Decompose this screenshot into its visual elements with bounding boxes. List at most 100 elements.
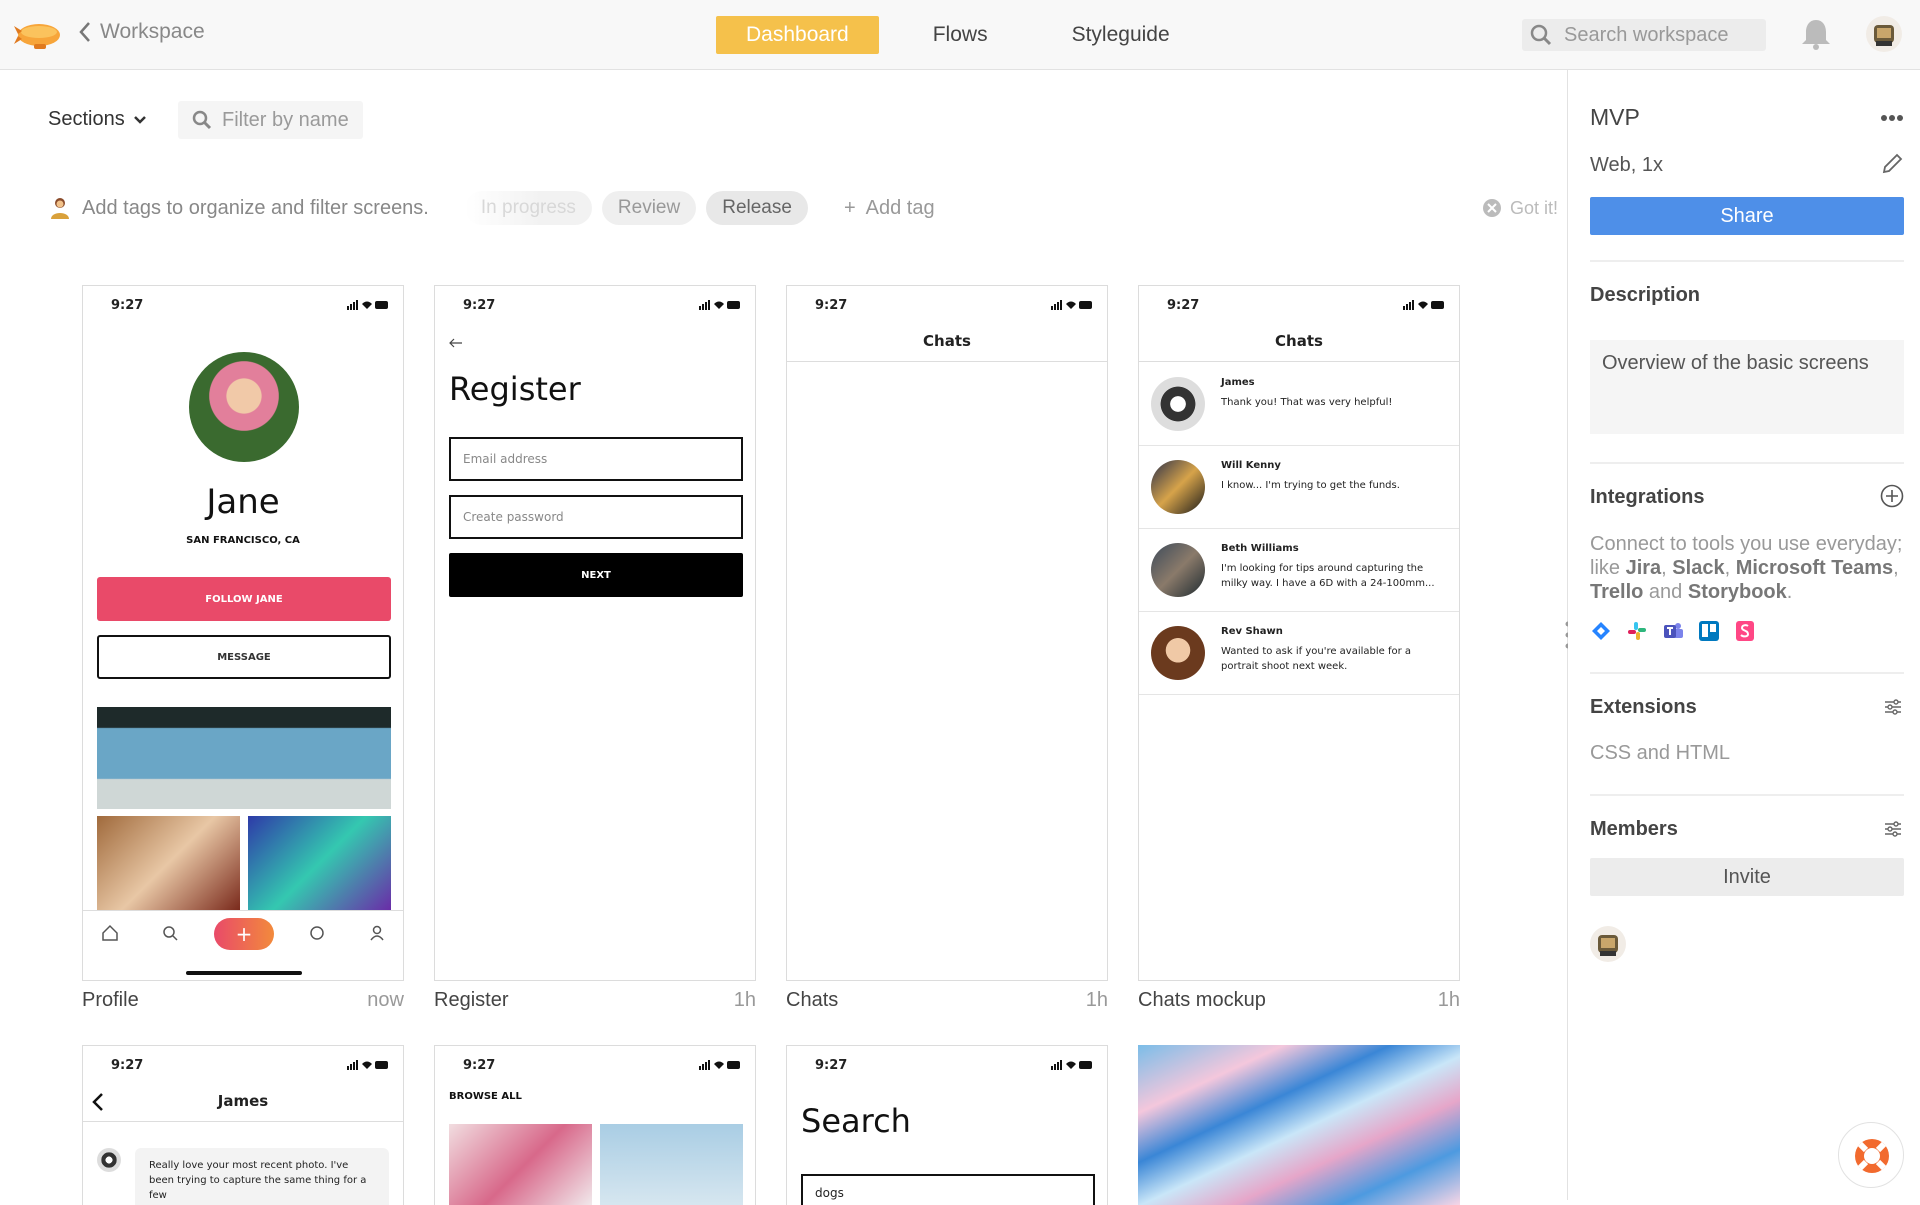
message-button: MESSAGE <box>97 635 391 679</box>
filter-by-name-input[interactable]: Filter by name <box>178 101 363 139</box>
status-time: 9:27 <box>463 298 496 313</box>
help-lifebuoy-button[interactable] <box>1838 1122 1904 1188</box>
user-avatar-icon[interactable] <box>1866 16 1902 52</box>
settings-sliders-icon[interactable] <box>1884 698 1902 716</box>
screen-thumbnail: 9:27 Chats <box>786 285 1108 981</box>
screen-updated-time: now <box>367 989 404 1011</box>
chat-message: I know... I'm trying to get the funds. <box>1221 480 1400 491</box>
tag-in-progress[interactable]: In progress <box>464 191 592 225</box>
close-circle-icon <box>1482 199 1501 217</box>
tab-dashboard[interactable]: Dashboard <box>716 16 879 54</box>
screen-updated-time: 1h <box>1437 989 1460 1011</box>
chat-bubble: Really love your most recent photo. I've… <box>135 1148 389 1205</box>
avatar <box>97 1148 121 1172</box>
chat-icon <box>310 926 324 940</box>
share-button[interactable]: Share <box>1590 197 1904 235</box>
edit-pencil-icon[interactable] <box>1880 152 1904 176</box>
chat-message: I'm looking for tips around capturing th… <box>1221 563 1435 589</box>
microsoft-teams-icon[interactable] <box>1662 620 1684 642</box>
zeppelin-logo-icon[interactable] <box>14 14 64 54</box>
status-time: 9:27 <box>111 1058 144 1073</box>
trello-icon[interactable] <box>1698 620 1720 642</box>
status-icons <box>347 1060 389 1070</box>
register-heading: Register <box>449 370 581 408</box>
main-area: Sections Filter by name Add tags to orga… <box>0 70 1568 1205</box>
sections-dropdown[interactable]: Sections <box>48 108 147 131</box>
more-options-icon[interactable] <box>1880 114 1904 122</box>
photo-ink <box>449 1124 592 1205</box>
add-icon: + <box>214 918 274 950</box>
screen-card-browse[interactable]: 9:27 BROWSE ALL <box>434 1045 756 1205</box>
tag-review[interactable]: Review <box>601 191 697 225</box>
home-icon <box>102 924 118 941</box>
avatar <box>1151 377 1205 431</box>
integration-icons <box>1590 620 1756 642</box>
description-field[interactable]: Overview of the basic screens <box>1590 340 1904 434</box>
status-time: 9:27 <box>1167 298 1200 313</box>
chat-name: Beth Williams <box>1221 543 1299 554</box>
workspace-search-input[interactable]: Search workspace <box>1522 19 1766 51</box>
chevron-down-icon <box>133 115 146 124</box>
storybook-icon[interactable] <box>1734 620 1756 642</box>
photo-city-silhouettes <box>97 707 391 809</box>
screen-title: Register <box>434 989 509 1011</box>
screen-title: Profile <box>82 989 139 1011</box>
bell-icon[interactable] <box>1798 16 1834 52</box>
chats-header: Chats <box>787 320 1107 362</box>
back-label: Workspace <box>100 20 205 43</box>
screen-card-chats[interactable]: 9:27 Chats Chats 1h <box>786 285 1108 1012</box>
photo-plant <box>97 816 240 910</box>
status-icons <box>347 300 389 310</box>
photo-sky <box>600 1124 743 1205</box>
avatar <box>1151 460 1205 514</box>
chat-name: Rev Shawn <box>1221 626 1283 637</box>
next-button: NEXT <box>449 553 743 597</box>
description-heading: Description <box>1590 284 1701 306</box>
screen-card-james-chat[interactable]: 9:27 James Really love your most recent … <box>82 1045 404 1205</box>
profile-icon <box>370 925 384 941</box>
slack-icon[interactable] <box>1626 620 1648 642</box>
tab-flows[interactable]: Flows <box>903 16 1018 54</box>
tag-release[interactable]: Release <box>706 191 808 225</box>
screen-card-marble-image[interactable] <box>1138 1045 1460 1205</box>
chats-header: Chats <box>1139 320 1459 362</box>
screen-updated-time: 1h <box>733 989 756 1011</box>
back-arrow-icon <box>449 338 462 348</box>
member-avatar[interactable] <box>1590 926 1626 962</box>
status-time: 9:27 <box>463 1058 496 1073</box>
status-time: 9:27 <box>815 1058 848 1073</box>
screen-caption: Chats mockup 1h <box>1138 989 1460 1012</box>
got-it-label: Got it! <box>1509 197 1558 218</box>
screen-card-chats-mockup[interactable]: 9:27 Chats James Thank you! That was ver… <box>1138 285 1460 1012</box>
search-icon <box>1530 24 1552 46</box>
tags-bar: Add tags to organize and filter screens.… <box>48 188 1558 228</box>
project-platform: Web, 1x <box>1590 154 1663 176</box>
chevron-left-icon <box>79 22 90 42</box>
add-integration-icon[interactable] <box>1880 484 1904 508</box>
details-panel: MVP Web, 1x Share Description Overview o… <box>1568 70 1920 1200</box>
plus-icon: + <box>843 196 856 219</box>
settings-sliders-icon[interactable] <box>1884 820 1902 838</box>
add-tag-label: Add tag <box>865 196 935 219</box>
invite-button[interactable]: Invite <box>1590 858 1904 896</box>
add-tag-button[interactable]: + Add tag <box>844 197 935 220</box>
project-title: MVP <box>1590 104 1640 130</box>
screen-thumbnail: 9:27 Search dogs <box>786 1045 1108 1205</box>
sections-label: Sections <box>48 108 125 130</box>
avatar <box>1151 543 1205 597</box>
top-bar: Workspace Dashboard Flows Styleguide Sea… <box>0 0 1920 70</box>
screen-card-profile[interactable]: 9:27 Jane SAN FRANCISCO, CA FOLLOW JANE … <box>82 285 404 1012</box>
profile-avatar <box>189 352 299 462</box>
jira-icon[interactable] <box>1590 620 1612 642</box>
tab-styleguide[interactable]: Styleguide <box>1042 16 1200 54</box>
screen-thumbnail: 9:27 Jane SAN FRANCISCO, CA FOLLOW JANE … <box>82 285 404 981</box>
person-tipping-hand-icon <box>51 198 69 219</box>
screen-card-register[interactable]: 9:27 Register Email address Create passw… <box>434 285 756 1012</box>
screen-caption: Chats 1h <box>786 989 1108 1012</box>
screen-card-search[interactable]: 9:27 Search dogs <box>786 1045 1108 1205</box>
chat-header: James <box>83 1080 403 1122</box>
screen-title: Chats mockup <box>1138 989 1266 1011</box>
chat-row: Beth Williams I'm looking for tips aroun… <box>1139 529 1459 612</box>
dismiss-tags-hint-button[interactable]: Got it! <box>1482 188 1558 228</box>
back-to-workspace-link[interactable]: Workspace <box>78 20 205 44</box>
